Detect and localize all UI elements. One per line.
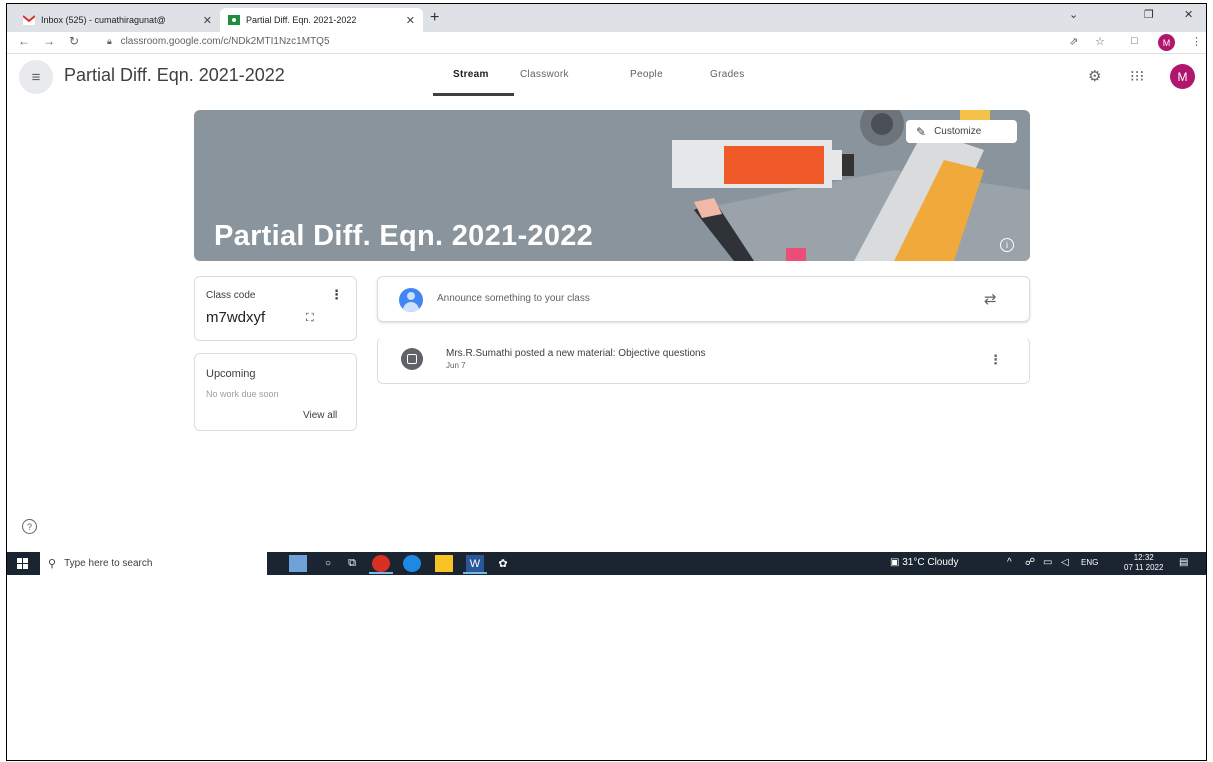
reload-icon[interactable]: ↻ bbox=[69, 34, 79, 48]
class-code-value: m7wdxyf bbox=[206, 309, 266, 326]
lock-icon: 🔒︎ bbox=[107, 36, 112, 46]
word-icon[interactable]: W bbox=[466, 555, 484, 572]
forward-icon[interactable]: → bbox=[43, 34, 55, 48]
pencil-icon: ✎ bbox=[916, 124, 927, 139]
account-avatar[interactable]: M bbox=[1170, 64, 1195, 89]
browser-tab-gmail[interactable]: Inbox (525) - cumathiragunat@ ✕ bbox=[15, 8, 220, 32]
chrome-icon[interactable] bbox=[372, 555, 390, 572]
windows-start-icon[interactable] bbox=[17, 558, 28, 569]
post-message: Mrs.R.Sumathi posted a new material: Obj… bbox=[446, 348, 706, 359]
windows-taskbar: ⚲ Type here to search ○ ⧉ W ✿ ▣ 31°C Clo… bbox=[7, 552, 1206, 575]
active-tab-indicator bbox=[433, 93, 514, 96]
tab-people[interactable]: People bbox=[630, 69, 663, 80]
url-field[interactable]: 🔒︎ classroom.google.com/c/NDk2MTI1Nzc1MT… bbox=[107, 36, 330, 47]
chevron-up-icon[interactable]: ^ bbox=[1007, 557, 1012, 568]
class-code-label: Class code bbox=[206, 290, 256, 301]
course-title[interactable]: Partial Diff. Eqn. 2021-2022 bbox=[64, 65, 285, 86]
restore-window-icon[interactable]: ❐ bbox=[1144, 8, 1154, 21]
help-icon[interactable]: ? bbox=[22, 519, 37, 534]
post-date: Jun 7 bbox=[446, 361, 466, 370]
customize-button[interactable]: ✎ Customize bbox=[906, 120, 1017, 143]
network-icon[interactable]: ☍ bbox=[1025, 557, 1035, 568]
search-highlight-icon[interactable] bbox=[289, 555, 307, 572]
upcoming-title: Upcoming bbox=[206, 368, 256, 380]
file-explorer-icon[interactable] bbox=[435, 555, 453, 572]
chevron-down-icon[interactable]: ⌄ bbox=[1069, 8, 1078, 21]
info-icon[interactable]: i bbox=[1000, 238, 1014, 252]
tab-classwork[interactable]: Classwork bbox=[520, 69, 569, 80]
clock-date: 07 11 2022 bbox=[1124, 563, 1164, 572]
tab-label: Partial Diff. Eqn. 2021-2022 bbox=[246, 15, 357, 25]
search-icon: ⚲ bbox=[48, 558, 57, 570]
taskbar-clock[interactable]: 12:32 07 11 2022 bbox=[1124, 553, 1163, 573]
bookmark-star-icon[interactable]: ☆ bbox=[1095, 35, 1105, 48]
paint-icon[interactable]: ✿ bbox=[494, 555, 512, 572]
new-tab-icon[interactable]: + bbox=[430, 9, 439, 27]
apps-grid-icon[interactable]: ⁝⁝⁝ bbox=[1130, 67, 1144, 85]
upcoming-card: Upcoming No work due soon View all bbox=[194, 353, 357, 431]
close-window-icon[interactable]: ✕ bbox=[1184, 8, 1193, 21]
share-icon[interactable]: ⇗ bbox=[1069, 35, 1078, 48]
notifications-icon[interactable]: ▤ bbox=[1179, 557, 1188, 568]
profile-avatar[interactable]: M bbox=[1158, 34, 1175, 51]
classroom-header: ≡ Partial Diff. Eqn. 2021-2022 Stream Cl… bbox=[7, 55, 1206, 101]
banner-course-title: Partial Diff. Eqn. 2021-2022 bbox=[214, 220, 594, 252]
class-banner: Partial Diff. Eqn. 2021-2022 ✎ Customize… bbox=[194, 110, 1030, 261]
tab-stream[interactable]: Stream bbox=[453, 69, 489, 80]
view-all-link[interactable]: View all bbox=[303, 410, 337, 421]
address-bar: ← → ↻ 🔒︎ classroom.google.com/c/NDk2MTI1… bbox=[7, 32, 1206, 54]
gmail-icon bbox=[23, 15, 35, 25]
task-view-icon[interactable]: ⧉ bbox=[343, 555, 361, 572]
customize-label: Customize bbox=[934, 126, 982, 137]
announce-box[interactable]: Announce something to your class ⇄ bbox=[377, 276, 1030, 322]
taskbar-search-placeholder: Type here to search bbox=[64, 558, 153, 569]
material-icon bbox=[401, 348, 423, 370]
screenshot-frame: Inbox (525) - cumathiragunat@ ✕ Partial … bbox=[6, 3, 1207, 761]
taskbar-search-box[interactable]: ⚲ Type here to search bbox=[40, 552, 267, 575]
repost-icon[interactable]: ⇄ bbox=[984, 290, 997, 308]
stream-post[interactable]: Mrs.R.Sumathi posted a new material: Obj… bbox=[377, 337, 1030, 384]
classroom-icon bbox=[228, 15, 240, 25]
side-panel-icon[interactable]: □ bbox=[1131, 35, 1138, 47]
main-menu-icon[interactable]: ≡ bbox=[19, 60, 53, 94]
post-more-options-icon[interactable]: ⋮ bbox=[989, 352, 1002, 368]
upcoming-status: No work due soon bbox=[206, 389, 279, 399]
url-text: classroom.google.com/c/NDk2MTI1Nzc1MTQ5 bbox=[120, 36, 330, 47]
close-tab-icon[interactable]: ✕ bbox=[203, 14, 212, 27]
volume-icon[interactable]: ◁ bbox=[1061, 557, 1069, 568]
edge-icon[interactable] bbox=[403, 555, 421, 572]
battery-icon[interactable]: ▭ bbox=[1043, 557, 1052, 568]
browser-tab-classroom[interactable]: Partial Diff. Eqn. 2021-2022 ✕ bbox=[220, 8, 423, 32]
settings-gear-icon[interactable]: ⚙ bbox=[1088, 67, 1101, 85]
weather-widget[interactable]: ▣ 31°C Cloudy bbox=[890, 557, 958, 568]
close-tab-icon[interactable]: ✕ bbox=[406, 14, 415, 27]
user-avatar-icon bbox=[399, 288, 423, 312]
active-app-indicator bbox=[369, 572, 393, 574]
browser-menu-icon[interactable]: ⋮ bbox=[1191, 35, 1202, 48]
more-options-icon[interactable]: ⋮ bbox=[330, 287, 343, 303]
back-icon[interactable]: ← bbox=[18, 34, 30, 48]
fullscreen-icon[interactable]: ⛶ bbox=[306, 312, 314, 325]
cortana-icon[interactable]: ○ bbox=[319, 555, 337, 572]
tab-label: Inbox (525) - cumathiragunat@ bbox=[41, 15, 166, 25]
browser-tab-bar: Inbox (525) - cumathiragunat@ ✕ Partial … bbox=[7, 4, 1206, 32]
active-app-indicator bbox=[463, 572, 487, 574]
class-code-card: Class code ⋮ m7wdxyf ⛶ bbox=[194, 276, 357, 341]
announce-placeholder: Announce something to your class bbox=[437, 293, 590, 304]
clock-time: 12:32 bbox=[1133, 553, 1154, 562]
weather-icon: ▣ bbox=[890, 557, 903, 568]
tab-grades[interactable]: Grades bbox=[710, 69, 745, 80]
weather-text: 31°C Cloudy bbox=[902, 557, 959, 568]
language-indicator[interactable]: ENG bbox=[1081, 558, 1098, 567]
